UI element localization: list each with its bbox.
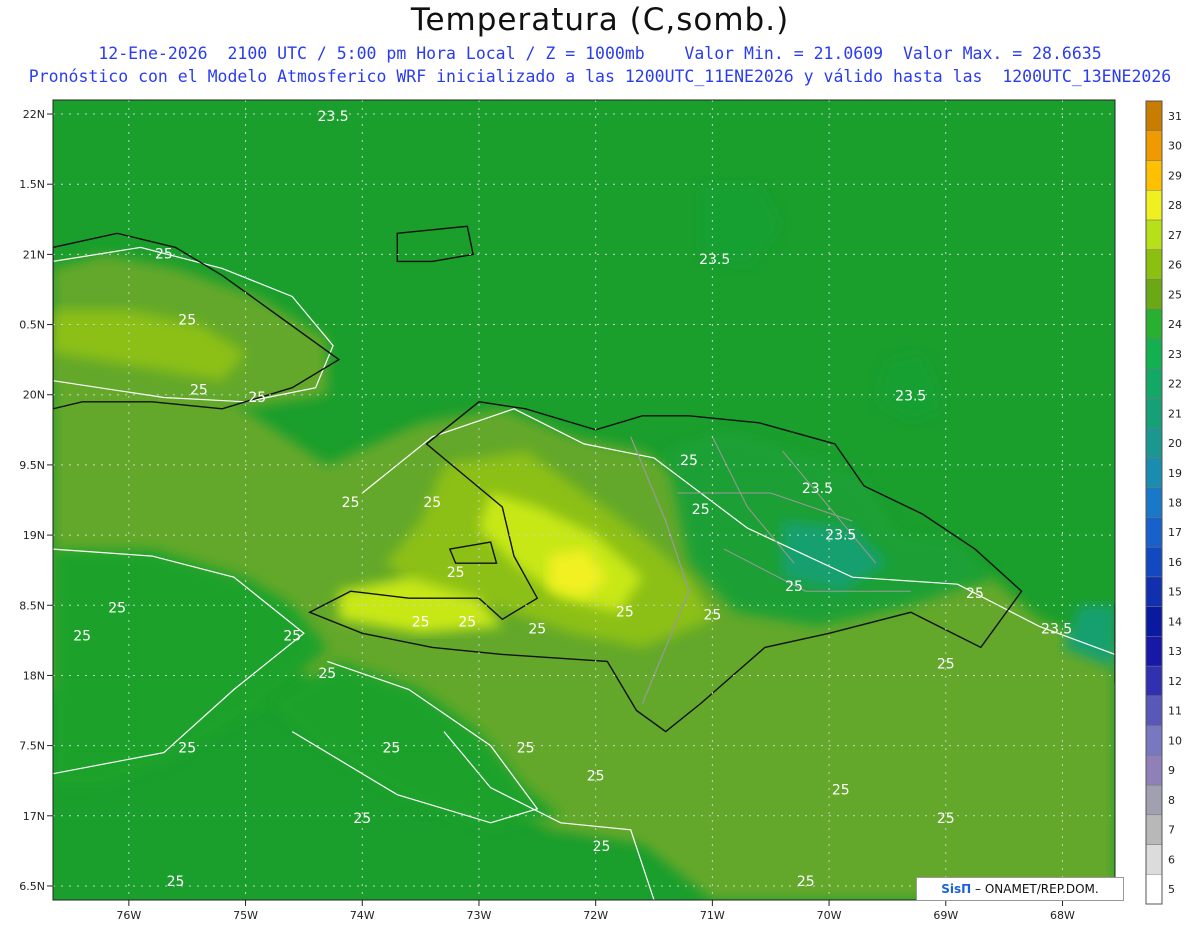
colorbar-swatch — [1145, 814, 1163, 845]
colorbar-swatch — [1145, 844, 1163, 875]
colorbar-swatch — [1145, 695, 1163, 726]
colorbar-level-label: 13 — [1168, 645, 1182, 658]
colorbar-level-label: 9 — [1168, 764, 1175, 777]
colorbar-swatch — [1145, 427, 1163, 459]
colorbar-level-label: 12 — [1168, 675, 1182, 688]
colorbar-level-label: 23 — [1168, 348, 1182, 361]
colorbar-level-label: 31 — [1168, 110, 1182, 123]
colorbar: 5 6 7 8 9 10 11 12 13 14 15 16 17 18 19 20 21 22 23 24 25 26 2… — [1145, 100, 1182, 905]
colorbar-level-label: 16 — [1168, 556, 1182, 569]
colorbar-level-label: 8 — [1168, 794, 1175, 807]
colorbar-swatch — [1145, 189, 1163, 221]
colorbar-level-label: 26 — [1168, 259, 1182, 272]
colorbar-level-label: 19 — [1168, 467, 1182, 480]
colorbar-level-label: 18 — [1168, 497, 1182, 510]
colorbar-swatch — [1145, 219, 1163, 250]
colorbar-swatch — [1145, 249, 1163, 280]
colorbar-level-label: 17 — [1168, 526, 1182, 539]
colorbar-swatch — [1145, 160, 1163, 191]
colorbar-swatch — [1145, 606, 1163, 637]
colorbar-swatch — [1145, 576, 1163, 607]
colorbar-swatch — [1145, 517, 1163, 548]
colorbar-swatch — [1145, 755, 1163, 786]
colorbar-swatch — [1145, 546, 1163, 578]
colorbar-level-label: 15 — [1168, 586, 1182, 599]
colorbar-swatch — [1145, 279, 1163, 310]
credit-box: SisΠ – ONAMET/REP.DOM. — [916, 877, 1124, 901]
colorbar-level-label: 27 — [1168, 229, 1182, 242]
sispi-logo: SisΠ — [941, 882, 972, 896]
colorbar-level-label: 11 — [1168, 705, 1182, 718]
colorbar-swatch — [1145, 130, 1163, 161]
colorbar-swatch — [1145, 874, 1163, 905]
colorbar-level-label: 6 — [1168, 853, 1175, 866]
colorbar-swatch — [1145, 725, 1163, 756]
colorbar-swatch — [1145, 338, 1163, 369]
colorbar-level-label: 28 — [1168, 199, 1182, 212]
colorbar-swatch — [1145, 457, 1163, 488]
colorbar-level-label: 21 — [1168, 407, 1182, 420]
colorbar-swatch — [1145, 487, 1163, 518]
colorbar-swatch — [1145, 308, 1163, 340]
colorbar-swatch — [1145, 398, 1163, 429]
colorbar-level-label: 14 — [1168, 615, 1182, 628]
colorbar-level-label: 22 — [1168, 378, 1182, 391]
colorbar-level-label: 29 — [1168, 169, 1182, 182]
colorbar-swatch — [1145, 368, 1163, 399]
colorbar-level-label: 7 — [1168, 824, 1175, 837]
colorbar-level-label: 30 — [1168, 140, 1182, 153]
colorbar-swatch — [1145, 100, 1163, 131]
credit-text: – ONAMET/REP.DOM. — [971, 882, 1099, 896]
colorbar-level-label: 5 — [1168, 883, 1175, 896]
colorbar-swatch — [1145, 784, 1163, 816]
colorbar-swatch — [1145, 636, 1163, 667]
colorbar-level-label: 10 — [1168, 734, 1182, 747]
colorbar-level-label: 24 — [1168, 318, 1182, 331]
colorbar-level-label: 25 — [1168, 288, 1182, 301]
colorbar-swatch — [1145, 665, 1163, 697]
colorbar-level-label: 20 — [1168, 437, 1182, 450]
